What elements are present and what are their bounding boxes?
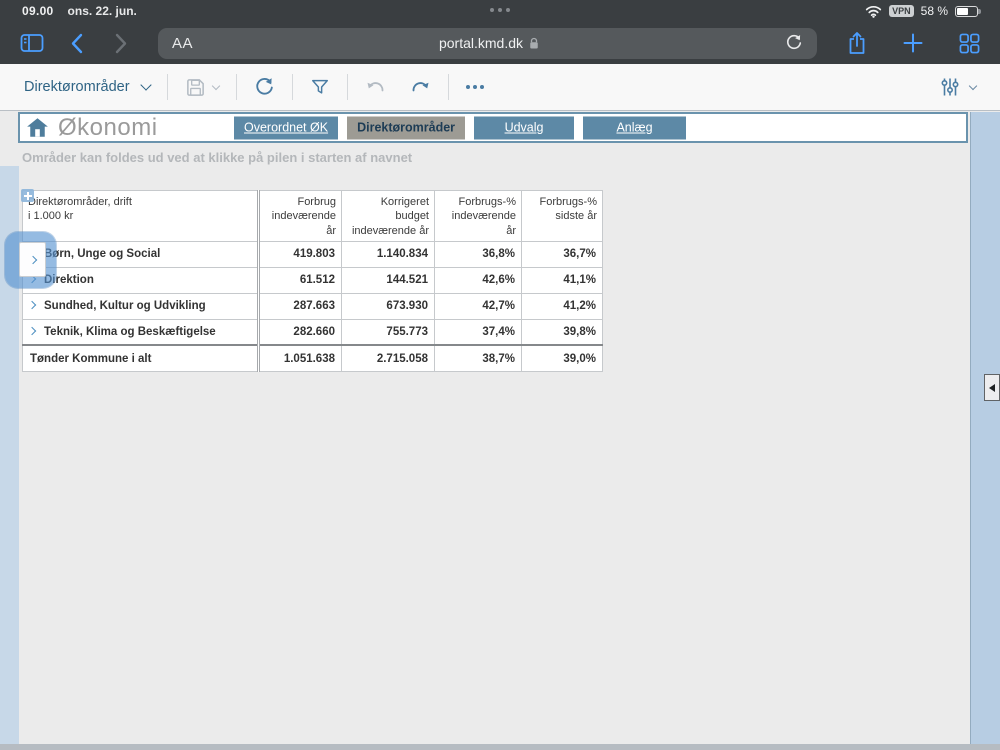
tab-bar: Overordnet ØK Direktørområder Udvalg Anl… [234, 116, 686, 139]
sliders-icon [940, 76, 960, 98]
budget-table: Direktørområder, drift i 1.000 kr Forbru… [22, 190, 603, 372]
cell-value: 61.512 [259, 267, 342, 293]
home-icon[interactable] [26, 117, 49, 138]
cell-value: 41,2% [522, 293, 603, 319]
table-corner-header: Direktørområder, drift i 1.000 kr [23, 191, 259, 242]
cell-value: 36,8% [435, 241, 522, 267]
collapse-panel-button[interactable] [984, 374, 1000, 401]
table-row[interactable]: Børn, Unge og Social 419.803 1.140.834 3… [23, 241, 603, 267]
expand-row-icon[interactable] [28, 327, 36, 335]
cell-value: 37,4% [435, 319, 522, 345]
cell-value: 39,8% [522, 319, 603, 345]
lock-icon [529, 37, 539, 50]
cell-value: 144.521 [342, 267, 435, 293]
app-toolbar: Direktørområder [0, 64, 1000, 111]
table-header-row: Direktørområder, drift i 1.000 kr Forbru… [23, 191, 603, 242]
cell-value: 41,1% [522, 267, 603, 293]
right-panel-strip [970, 112, 1000, 744]
column-header-forbrugspct-indevaerende: Forbrugs-% indeværende år [435, 191, 522, 242]
settings-sliders-button[interactable] [940, 76, 976, 98]
tab-udvalg[interactable]: Udvalg [474, 116, 574, 139]
forward-button-icon[interactable] [115, 33, 128, 54]
share-icon[interactable] [847, 31, 867, 55]
new-tab-icon[interactable] [903, 33, 923, 53]
column-header-forbrug: Forbrug indeværende år [259, 191, 342, 242]
wifi-icon [865, 5, 882, 18]
chevron-down-icon [211, 81, 219, 89]
cell-value: 282.660 [259, 319, 342, 345]
expand-row-button[interactable] [19, 242, 46, 277]
browser-chrome: 09.00 ons. 22. jun. VPN 58 % AA portal.k… [0, 0, 1000, 64]
refresh-button[interactable] [254, 77, 275, 98]
back-button-icon[interactable] [70, 33, 83, 54]
view-selector-label: Direktørområder [24, 79, 130, 95]
cell-value: 287.663 [259, 293, 342, 319]
multitask-dots-icon [490, 8, 510, 12]
safari-toolbar: AA portal.kmd.dk [0, 22, 1000, 64]
cell-value: 1.140.834 [342, 241, 435, 267]
url-text: portal.kmd.dk [439, 35, 523, 51]
cell-value: 419.803 [259, 241, 342, 267]
cell-value: 755.773 [342, 319, 435, 345]
tab-direktoromrader[interactable]: Direktørområder [347, 116, 465, 139]
table-row[interactable]: Teknik, Klima og Beskæftigelse 282.660 7… [23, 319, 603, 345]
chevron-down-icon [140, 79, 151, 90]
tab-overview-icon[interactable] [959, 33, 980, 54]
column-header-korrigeret-budget: Korrigeret budget indeværende år [342, 191, 435, 242]
redo-button[interactable] [409, 77, 431, 97]
cell-value: 36,7% [522, 241, 603, 267]
table-total-row: Tønder Kommune i alt 1.051.638 2.715.058… [23, 345, 603, 371]
cell-value: 673.930 [342, 293, 435, 319]
page-header: Økonomi Overordnet ØK Direktørområder Ud… [18, 112, 968, 143]
tab-overordnet-ok[interactable]: Overordnet ØK [234, 116, 338, 139]
more-options-icon[interactable] [466, 85, 484, 89]
cell-value: 39,0% [522, 345, 603, 371]
row-label: Børn, Unge og Social [44, 248, 160, 260]
pointer-highlight [5, 232, 56, 288]
reload-icon[interactable] [785, 34, 803, 52]
filter-button[interactable] [310, 77, 330, 97]
chevron-right-icon [28, 255, 36, 263]
cell-value: 42,7% [435, 293, 522, 319]
column-header-forbrugspct-sidste: Forbrugs-% sidste år [522, 191, 603, 242]
cell-value: 42,6% [435, 267, 522, 293]
expand-row-icon[interactable] [28, 301, 36, 309]
row-label: Sundhed, Kultur og Udvikling [44, 300, 206, 312]
total-label: Tønder Kommune i alt [23, 345, 259, 371]
date: ons. 22. jun. [68, 4, 137, 18]
page-title: Økonomi [58, 114, 158, 142]
text-size-button[interactable]: AA [172, 35, 193, 52]
page-content: Økonomi Overordnet ØK Direktørområder Ud… [0, 112, 1000, 750]
status-bar: 09.00 ons. 22. jun. VPN 58 % [0, 0, 1000, 22]
battery-icon [955, 6, 978, 17]
vpn-badge: VPN [889, 5, 914, 17]
expand-hint-text: Områder kan foldes ud ved at klikke på p… [22, 150, 412, 165]
clock: 09.00 [22, 4, 54, 18]
battery-percent: 58 % [921, 4, 948, 18]
expand-all-icon[interactable] [21, 189, 34, 202]
bottom-divider-bar [0, 744, 1000, 750]
cell-value: 38,7% [435, 345, 522, 371]
table-row[interactable]: Sundhed, Kultur og Udvikling 287.663 673… [23, 293, 603, 319]
view-selector-dropdown[interactable]: Direktørområder [24, 79, 150, 95]
triangle-left-icon [989, 384, 995, 392]
save-button[interactable] [185, 77, 219, 98]
sidebar-icon[interactable] [20, 33, 44, 53]
address-bar[interactable]: AA portal.kmd.dk [158, 28, 817, 59]
chevron-down-icon [969, 81, 977, 89]
tab-anlaeg[interactable]: Anlæg [583, 116, 686, 139]
cell-value: 2.715.058 [342, 345, 435, 371]
cell-value: 1.051.638 [259, 345, 342, 371]
row-label: Teknik, Klima og Beskæftigelse [44, 326, 216, 338]
table-row[interactable]: Direktion 61.512 144.521 42,6% 41,1% [23, 267, 603, 293]
undo-button[interactable] [365, 77, 387, 97]
